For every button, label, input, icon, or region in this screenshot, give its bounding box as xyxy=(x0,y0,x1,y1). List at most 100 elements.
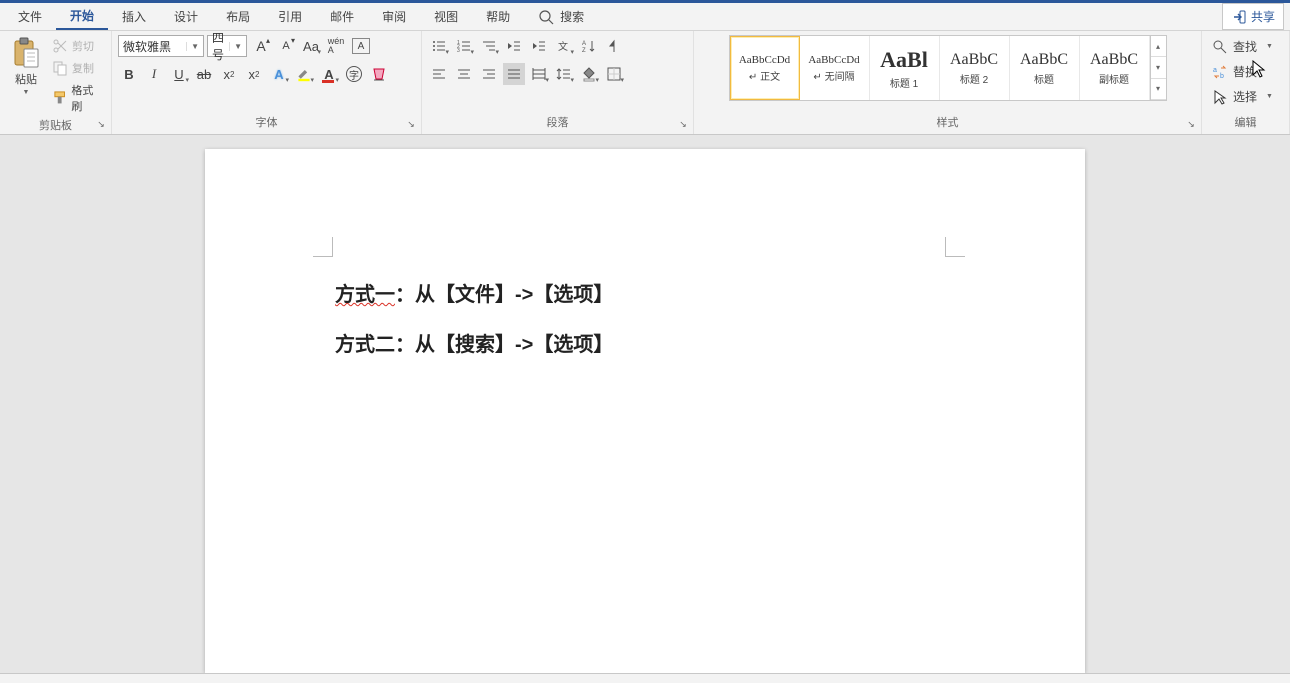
clear-format-button[interactable] xyxy=(368,63,390,85)
decrease-indent-button[interactable] xyxy=(503,35,525,57)
style-name-label: 标题 xyxy=(1034,71,1054,86)
shrink-font-button[interactable]: A▾ xyxy=(275,35,297,57)
group-editing: 查找 ▼ ab 替换 选择 ▼ 编辑 xyxy=(1202,31,1290,134)
font-color-button[interactable]: A xyxy=(318,63,340,85)
line-spacing-button[interactable] xyxy=(553,63,575,85)
show-marks-button[interactable] xyxy=(603,35,625,57)
underline-button[interactable]: U xyxy=(168,63,190,85)
search-box[interactable]: 搜索 xyxy=(524,3,598,30)
scissors-icon xyxy=(52,38,68,54)
gallery-up-button[interactable]: ▴ xyxy=(1151,36,1166,57)
font-launcher[interactable]: ↘ xyxy=(405,118,417,130)
style-no-spacing[interactable]: AaBbCcDd ↵ 无间隔 xyxy=(800,36,870,100)
status-bar xyxy=(0,673,1290,683)
tab-view[interactable]: 视图 xyxy=(420,3,472,30)
distributed-button[interactable] xyxy=(528,63,550,85)
tab-mailings[interactable]: 邮件 xyxy=(316,3,368,30)
tab-help[interactable]: 帮助 xyxy=(472,3,524,30)
italic-button[interactable]: I xyxy=(143,63,165,85)
document-area[interactable]: 方式一：从【文件】->【选项】 方式二：从【搜索】->【选项】 xyxy=(0,135,1290,673)
group-editing-label: 编辑 xyxy=(1208,112,1283,134)
style-heading-2[interactable]: AaBbC 标题 2 xyxy=(940,36,1010,100)
bold-button[interactable]: B xyxy=(118,63,140,85)
font-size-combo[interactable]: 四号▼ xyxy=(207,35,247,57)
select-button[interactable]: 选择 ▼ xyxy=(1208,87,1277,106)
group-paragraph: 123 文 AZ xyxy=(422,31,694,134)
font-size-value: 四号 xyxy=(212,29,229,63)
page[interactable]: 方式一：从【文件】->【选项】 方式二：从【搜索】->【选项】 xyxy=(205,149,1085,673)
asian-layout-button[interactable]: 文 xyxy=(553,35,575,57)
replace-button[interactable]: ab 替换 xyxy=(1208,62,1277,81)
subscript-button[interactable]: x2 xyxy=(218,63,240,85)
paste-label: 粘贴 xyxy=(15,71,37,87)
strikethrough-button[interactable]: ab xyxy=(193,63,215,85)
style-normal[interactable]: AaBbCcDd ↵ 正文 xyxy=(730,36,800,100)
increase-indent-button[interactable] xyxy=(528,35,550,57)
copy-icon xyxy=(52,60,68,76)
paragraph-launcher[interactable]: ↘ xyxy=(677,118,689,130)
copy-button[interactable]: 复制 xyxy=(50,59,105,77)
tab-review[interactable]: 审阅 xyxy=(368,3,420,30)
gallery-down-button[interactable]: ▾ xyxy=(1151,57,1166,78)
style-name-label: 标题 1 xyxy=(890,75,918,90)
document-line-1[interactable]: 方式一：从【文件】->【选项】 xyxy=(335,279,975,311)
align-right-button[interactable] xyxy=(478,63,500,85)
text-with-proof-error: 方式一 xyxy=(335,284,395,306)
tab-home[interactable]: 开始 xyxy=(56,3,108,30)
character-border-button[interactable]: A xyxy=(350,35,372,57)
shading-button[interactable] xyxy=(578,63,600,85)
tab-references[interactable]: 引用 xyxy=(264,3,316,30)
font-name-combo[interactable]: 微软雅黑▼ xyxy=(118,35,204,57)
align-justify-button[interactable] xyxy=(503,63,525,85)
find-button[interactable]: 查找 ▼ xyxy=(1208,37,1277,56)
style-preview: AaBl xyxy=(880,47,928,73)
format-painter-button[interactable]: 格式刷 xyxy=(50,81,105,115)
group-font: 微软雅黑▼ 四号▼ A▴ A▾ Aa wénA A B I U ab x2 x2… xyxy=(112,31,422,134)
replace-icon: ab xyxy=(1212,64,1228,80)
format-painter-icon xyxy=(52,90,67,106)
styles-launcher[interactable]: ↘ xyxy=(1185,118,1197,130)
change-case-button[interactable]: Aa xyxy=(300,35,322,57)
tab-insert[interactable]: 插入 xyxy=(108,3,160,30)
margin-marker-top-left xyxy=(313,237,333,257)
style-subtitle[interactable]: AaBbC 副标题 xyxy=(1080,36,1150,100)
style-preview: AaBbC xyxy=(1090,51,1138,69)
share-button[interactable]: 共享 xyxy=(1222,3,1284,30)
sort-button[interactable]: AZ xyxy=(578,35,600,57)
svg-text:b: b xyxy=(1220,73,1224,80)
tab-layout[interactable]: 布局 xyxy=(212,3,264,30)
margin-marker-top-right xyxy=(945,237,965,257)
select-label: 选择 xyxy=(1233,88,1257,105)
cut-button[interactable]: 剪切 xyxy=(50,37,105,55)
group-styles-label: 样式 xyxy=(700,112,1195,134)
menu-tabs: 文件 开始 插入 设计 布局 引用 邮件 审阅 视图 帮助 搜索 共享 xyxy=(0,3,1290,31)
style-name-label: 标题 2 xyxy=(960,71,988,86)
tab-file[interactable]: 文件 xyxy=(4,3,56,30)
gallery-more-button[interactable]: ▾ xyxy=(1151,79,1166,100)
chevron-down-icon: ▼ xyxy=(186,42,199,51)
clipboard-launcher[interactable]: ↘ xyxy=(95,118,107,130)
highlight-button[interactable] xyxy=(293,63,315,85)
align-center-button[interactable] xyxy=(453,63,475,85)
tab-design[interactable]: 设计 xyxy=(160,3,212,30)
numbering-button[interactable]: 123 xyxy=(453,35,475,57)
phonetic-guide-button[interactable]: wénA xyxy=(325,35,347,57)
borders-button[interactable] xyxy=(603,63,625,85)
grow-font-button[interactable]: A▴ xyxy=(250,35,272,57)
style-preview: AaBbCcDd xyxy=(739,54,790,66)
style-heading-1[interactable]: AaBl 标题 1 xyxy=(870,36,940,100)
style-name-label: ↵ 正文 xyxy=(749,68,780,83)
enclose-char-button[interactable]: 字 xyxy=(343,63,365,85)
search-label: 搜索 xyxy=(560,8,584,25)
align-left-button[interactable] xyxy=(428,63,450,85)
bullets-button[interactable] xyxy=(428,35,450,57)
style-title[interactable]: AaBbC 标题 xyxy=(1010,36,1080,100)
document-line-2[interactable]: 方式二：从【搜索】->【选项】 xyxy=(335,329,975,361)
share-label: 共享 xyxy=(1251,8,1275,25)
chevron-down-icon: ▼ xyxy=(229,42,242,51)
superscript-button[interactable]: x2 xyxy=(243,63,265,85)
paste-button[interactable]: 粘贴 ▼ xyxy=(6,35,46,98)
multilevel-list-button[interactable] xyxy=(478,35,500,57)
text-effects-button[interactable]: A xyxy=(268,63,290,85)
svg-text:A: A xyxy=(582,41,586,47)
